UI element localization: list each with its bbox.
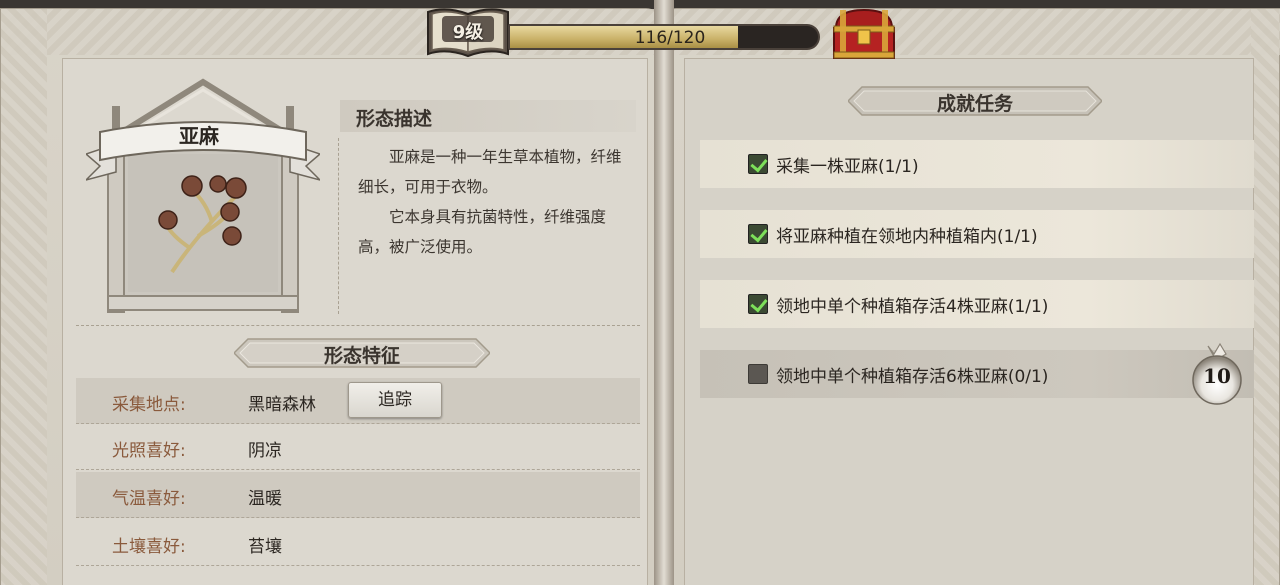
task-text: 采集一株亚麻(1/1) — [776, 157, 919, 177]
track-button[interactable]: 追踪 — [348, 382, 442, 418]
reward-pouch-icon[interactable]: 10 — [1186, 340, 1248, 406]
xp-progress-bar: 116/120 — [508, 24, 820, 50]
reward-amount: 10 — [1203, 364, 1231, 388]
description-title-bar: 形态描述 — [340, 100, 636, 132]
checkbox-checked-icon — [748, 294, 768, 314]
description-paragraph: 亚麻是一种一年生草本植物，纤维细长，可用于衣物。 — [358, 148, 622, 196]
page-ornament — [1251, 9, 1279, 585]
task-text: 将亚麻种植在领地内种植箱内(1/1) — [776, 227, 1038, 247]
level-label: 9级 — [452, 22, 484, 43]
achievement-task-row: 将亚麻种植在领地内种植箱内(1/1) — [700, 210, 1254, 258]
achievement-task-row: 领地中单个种植箱存活4株亚麻(1/1) — [700, 280, 1254, 328]
divider — [338, 138, 339, 314]
description-body: 亚麻是一种一年生草本植物，纤维细长，可用于衣物。 它本身具有抗菌特性，纤维强度高… — [358, 142, 628, 262]
task-text: 领地中单个种植箱存活6株亚麻(0/1) — [776, 367, 1049, 387]
achievements-title: 成就任务 — [936, 93, 1013, 115]
checkbox-checked-icon — [748, 224, 768, 244]
attribute-label: 土壤喜好: — [112, 537, 186, 557]
attribute-value: 黑暗森林 — [248, 395, 316, 415]
attribute-value: 阴凉 — [248, 441, 282, 461]
book-spine — [654, 0, 674, 585]
task-text: 领地中单个种植箱存活4株亚麻(1/1) — [776, 297, 1049, 317]
checkbox-unchecked-icon — [748, 364, 768, 384]
treasure-chest-icon[interactable] — [828, 4, 900, 64]
attribute-label: 气温喜好: — [112, 489, 186, 509]
attribute-value: 苔壤 — [248, 537, 282, 557]
attribute-label: 光照喜好: — [112, 441, 186, 461]
description-title: 形态描述 — [356, 108, 433, 130]
features-title: 形态特征 — [323, 345, 400, 367]
checkbox-checked-icon — [748, 154, 768, 174]
features-banner: 形态特征 — [234, 336, 490, 370]
divider — [76, 325, 640, 326]
attribute-row: 光照喜好: 阴凉 — [76, 424, 640, 470]
plant-portrait-frame — [83, 76, 323, 314]
page-ornament — [1, 9, 47, 585]
achievements-banner: 成就任务 — [848, 84, 1102, 118]
attribute-row: 气温喜好: 温暖 — [76, 472, 640, 518]
attribute-label: 采集地点: — [112, 395, 186, 415]
attribute-row: 土壤喜好: 苔壤 — [76, 520, 640, 566]
level-book-icon[interactable]: 9级 — [424, 2, 512, 60]
attribute-value: 温暖 — [248, 489, 282, 509]
xp-text: 116/120 — [634, 28, 706, 48]
plant-name: 亚麻 — [179, 124, 219, 148]
achievement-task-row: 采集一株亚麻(1/1) — [700, 140, 1254, 188]
description-paragraph: 它本身具有抗菌特性，纤维强度高，被广泛使用。 — [358, 208, 607, 256]
achievement-task-row: 领地中单个种植箱存活6株亚麻(0/1) — [700, 350, 1254, 398]
